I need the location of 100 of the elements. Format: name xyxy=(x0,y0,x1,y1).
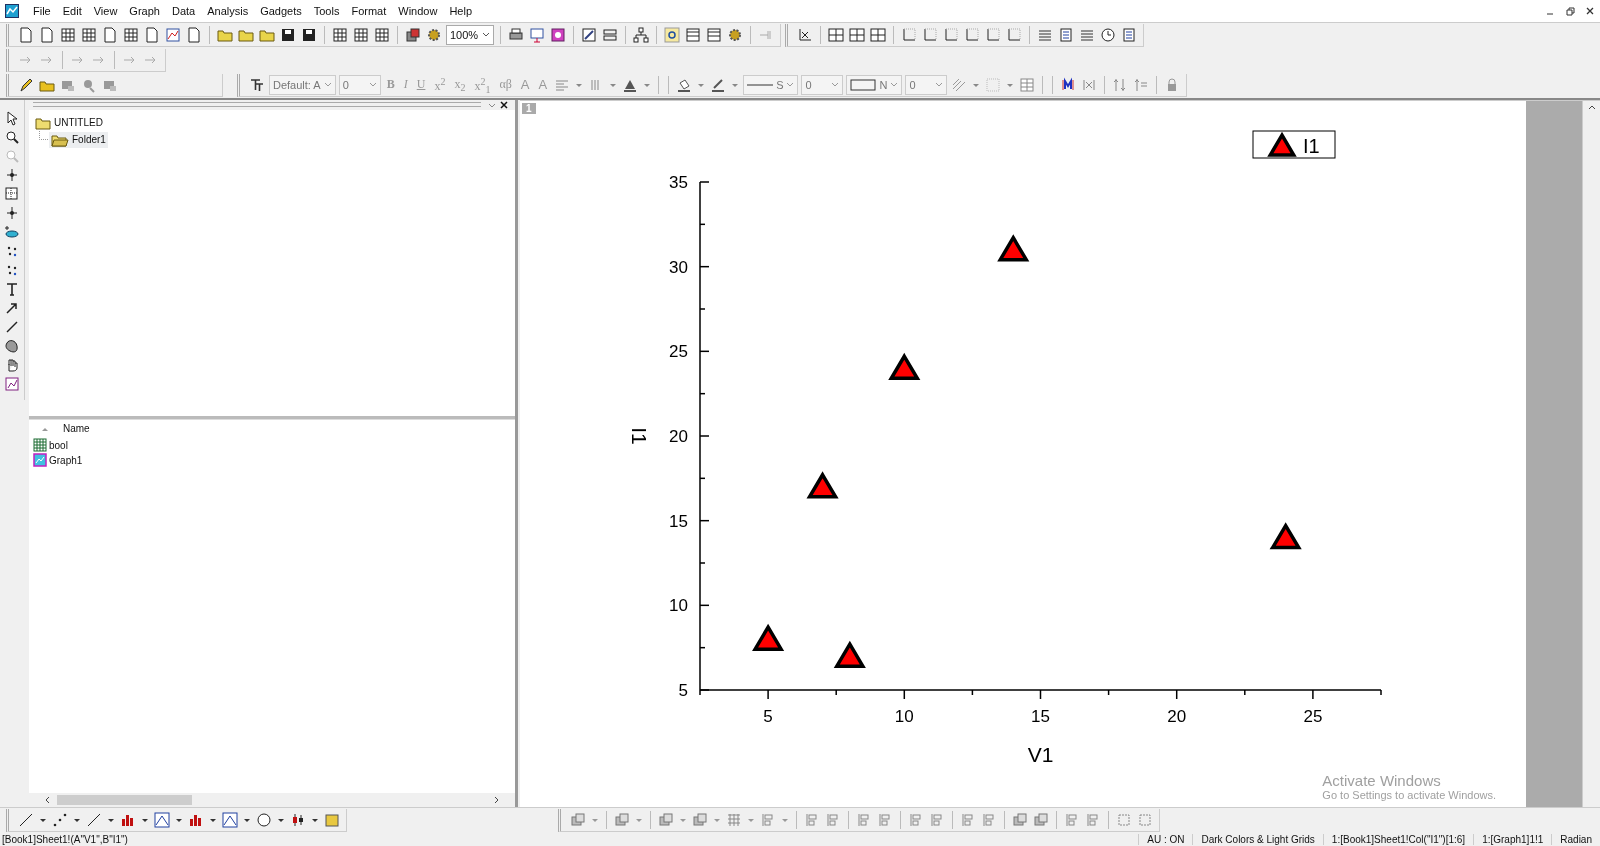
lines-icon[interactable] xyxy=(1079,27,1095,44)
axes-icon[interactable] xyxy=(943,27,959,44)
page-icon[interactable] xyxy=(102,27,118,44)
line-icon[interactable] xyxy=(4,318,20,335)
explorer-item[interactable]: Graph1 xyxy=(33,452,87,468)
sort-icon[interactable] xyxy=(41,425,49,432)
tick-label: 20 xyxy=(1167,706,1187,726)
layout-icon[interactable] xyxy=(849,27,865,44)
gear-icon[interactable] xyxy=(426,27,442,44)
font-size-dropdown[interactable]: 0 xyxy=(338,74,381,95)
restore-icon[interactable] xyxy=(1564,4,1576,17)
crosshair-icon[interactable] xyxy=(4,166,20,183)
triangle-marker xyxy=(752,623,785,651)
page-icon[interactable] xyxy=(144,27,160,44)
menu-item[interactable]: Window xyxy=(392,4,444,17)
folder-item[interactable]: Folder1 xyxy=(49,131,108,148)
zoom-icon[interactable] xyxy=(664,27,680,44)
explorer-item[interactable]: bool xyxy=(33,437,72,453)
crosshair-icon[interactable] xyxy=(4,204,20,221)
lines-icon[interactable] xyxy=(602,27,618,44)
line-style-dropdown[interactable]: S xyxy=(743,74,799,95)
menu-item[interactable]: View xyxy=(87,4,124,17)
menu-item[interactable]: Analysis xyxy=(201,4,255,17)
folder-icon[interactable] xyxy=(259,27,275,44)
gear-icon[interactable] xyxy=(727,27,743,44)
page-icon[interactable] xyxy=(39,27,55,44)
menu-item[interactable]: Format xyxy=(345,4,393,17)
chart-icon[interactable] xyxy=(222,811,238,828)
chart-icon[interactable] xyxy=(165,27,181,44)
hatch-icon[interactable] xyxy=(951,76,968,93)
chart-icon[interactable] xyxy=(529,27,545,44)
app-icon[interactable] xyxy=(5,3,19,18)
pen-icon[interactable] xyxy=(18,76,34,93)
clock-icon[interactable] xyxy=(256,811,272,828)
line-icon[interactable] xyxy=(18,811,34,828)
tick-label: 5 xyxy=(678,680,688,700)
menu-item[interactable]: Edit xyxy=(56,4,88,17)
dots-icon[interactable] xyxy=(52,811,68,828)
layout-icon[interactable] xyxy=(4,185,20,202)
pen-icon[interactable] xyxy=(710,76,727,93)
grid-icon[interactable] xyxy=(374,27,390,44)
pen-icon[interactable] xyxy=(581,27,597,44)
box-icon[interactable] xyxy=(324,811,340,828)
chart-icon[interactable] xyxy=(154,811,170,828)
zoom-dropdown[interactable]: 100% xyxy=(446,25,494,46)
line-icon[interactable] xyxy=(86,811,102,828)
grid-icon[interactable] xyxy=(1121,27,1137,44)
folder-icon[interactable] xyxy=(217,27,233,44)
axes-icon[interactable] xyxy=(985,27,1001,44)
menu-item[interactable]: Tools xyxy=(307,4,346,17)
scroll-thumb[interactable] xyxy=(57,795,192,806)
page-icon[interactable] xyxy=(186,27,202,44)
blob-icon[interactable] xyxy=(4,337,20,354)
caret-icon xyxy=(831,81,840,88)
bucket-icon[interactable] xyxy=(4,223,20,240)
status-text: Dark Colors & Light Grids xyxy=(1192,833,1323,845)
bracket-icon[interactable] xyxy=(1060,76,1077,93)
grid-icon[interactable] xyxy=(353,27,369,44)
line-width-dropdown[interactable]: 0 xyxy=(801,74,844,95)
font-icon xyxy=(249,76,265,93)
menu-item[interactable]: File xyxy=(27,4,57,17)
triangle-marker xyxy=(1269,521,1302,549)
border-style-dropdown[interactable]: N xyxy=(846,74,903,95)
table-icon[interactable] xyxy=(1019,76,1036,93)
grid-icon[interactable] xyxy=(685,27,701,44)
grid-icon[interactable] xyxy=(332,27,348,44)
stack-icon[interactable] xyxy=(405,27,421,44)
text-tool-icon[interactable] xyxy=(4,280,20,297)
close-icon[interactable] xyxy=(499,99,509,110)
grid-icon[interactable] xyxy=(123,27,139,44)
menu-item[interactable]: Graph xyxy=(123,4,166,17)
font-dropdown[interactable]: Default: A xyxy=(269,74,336,95)
grid-icon[interactable] xyxy=(81,27,97,44)
axes-icon[interactable] xyxy=(964,27,980,44)
grid-icon[interactable] xyxy=(60,27,76,44)
crosshair-icon[interactable] xyxy=(797,27,813,44)
folder-item[interactable]: UNTITLED xyxy=(33,114,105,131)
axes-icon[interactable] xyxy=(1006,27,1022,44)
candle-icon[interactable] xyxy=(290,811,306,828)
grid-icon[interactable] xyxy=(706,27,722,44)
axes-icon[interactable] xyxy=(922,27,938,44)
column-header[interactable]: Name xyxy=(63,423,90,435)
grid-icon[interactable] xyxy=(1058,27,1074,44)
layout-icon[interactable] xyxy=(828,27,844,44)
box-icon[interactable] xyxy=(550,27,566,44)
menu-item[interactable]: Data xyxy=(165,4,202,17)
folder-icon[interactable] xyxy=(238,27,254,44)
lines-icon[interactable] xyxy=(1037,27,1053,44)
folder-icon xyxy=(35,115,51,130)
page-icon[interactable] xyxy=(18,27,34,44)
menu-item[interactable]: Gadgets xyxy=(254,4,308,17)
layout-icon[interactable] xyxy=(870,27,886,44)
axes-icon[interactable] xyxy=(901,27,917,44)
chart-icon[interactable] xyxy=(4,375,20,392)
menu-item[interactable]: Help xyxy=(443,4,479,17)
zoom-icon[interactable] xyxy=(4,128,20,145)
tree-icon[interactable] xyxy=(633,27,649,44)
border-width-dropdown[interactable]: 0 xyxy=(905,74,948,95)
clock-icon[interactable] xyxy=(1100,27,1116,44)
pointer-icon[interactable] xyxy=(4,109,20,126)
